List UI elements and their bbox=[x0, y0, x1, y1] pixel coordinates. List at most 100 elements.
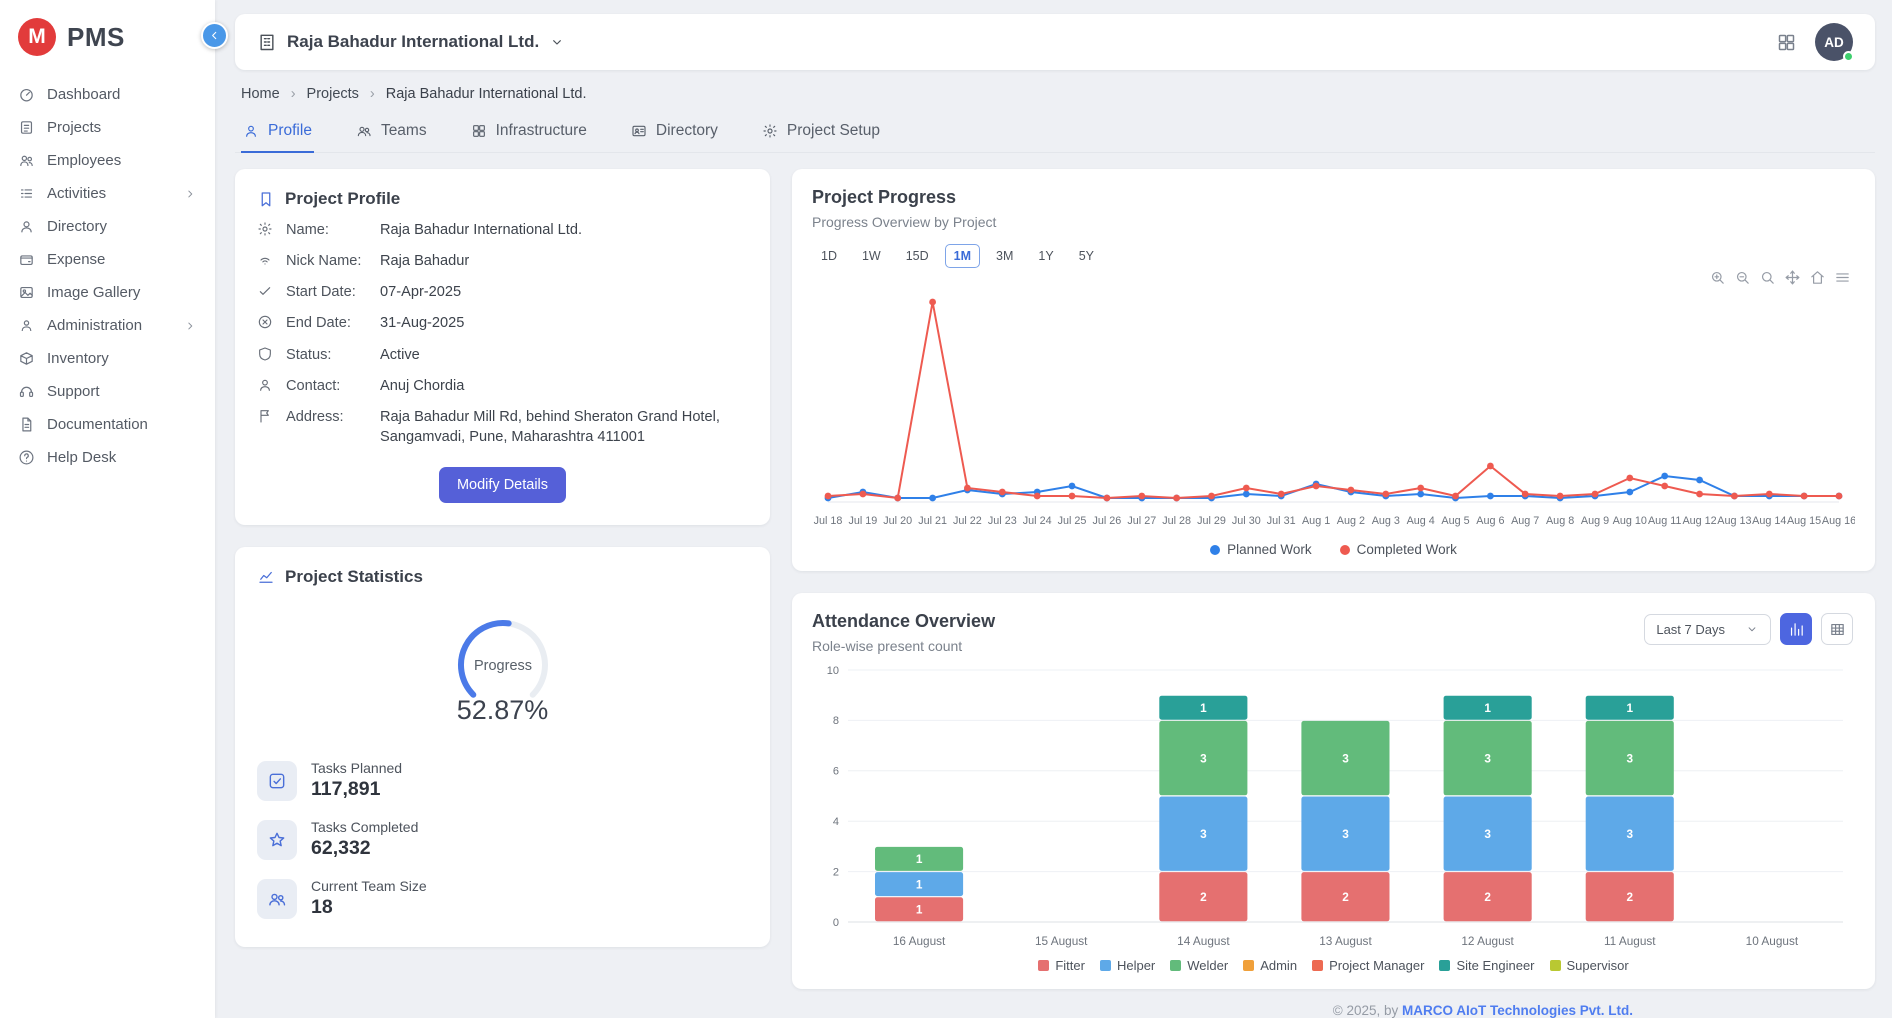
pan-icon[interactable] bbox=[1784, 269, 1801, 286]
administration-icon bbox=[18, 317, 35, 334]
range-button-5y[interactable]: 5Y bbox=[1070, 244, 1103, 268]
stat-value: 18 bbox=[311, 896, 427, 919]
legend-item-fitter[interactable]: Fitter bbox=[1038, 958, 1085, 973]
legend-item-site-engineer[interactable]: Site Engineer bbox=[1439, 958, 1534, 973]
people-icon bbox=[356, 123, 372, 139]
profile-field-name: Name:Raja Bahadur International Ltd. bbox=[257, 220, 748, 240]
chart-view-button[interactable] bbox=[1780, 613, 1812, 645]
profile-field-contact: Contact:Anuj Chordia bbox=[257, 376, 748, 396]
tab-profile[interactable]: Profile bbox=[241, 114, 314, 153]
legend-item-welder[interactable]: Welder bbox=[1170, 958, 1228, 973]
svg-text:Jul 24: Jul 24 bbox=[1023, 515, 1052, 527]
company-selector[interactable]: Raja Bahadur International Ltd. bbox=[257, 32, 565, 52]
breadcrumb-separator: › bbox=[370, 86, 375, 102]
user-avatar[interactable]: AD bbox=[1815, 23, 1853, 61]
attendance-legend: Fitter Helper Welder Admin Project Manager Si… bbox=[812, 958, 1855, 973]
magnifier-icon[interactable] bbox=[1759, 269, 1776, 286]
svg-text:2: 2 bbox=[1200, 890, 1207, 904]
field-label: Nick Name: bbox=[286, 251, 380, 271]
svg-text:1: 1 bbox=[916, 852, 923, 866]
svg-text:1: 1 bbox=[1200, 701, 1207, 715]
legend-item-helper[interactable]: Helper bbox=[1100, 958, 1155, 973]
tab-infrastructure[interactable]: Infrastructure bbox=[469, 114, 589, 153]
legend-item-admin[interactable]: Admin bbox=[1243, 958, 1297, 973]
sidebar-item-dashboard[interactable]: Dashboard bbox=[0, 78, 215, 111]
profile-field-start-date: Start Date:07-Apr-2025 bbox=[257, 282, 748, 302]
logo-letter: M bbox=[28, 25, 46, 49]
range-button-15d[interactable]: 15D bbox=[897, 244, 938, 268]
activities-icon bbox=[18, 185, 35, 202]
svg-text:Aug 3: Aug 3 bbox=[1372, 515, 1400, 527]
svg-text:Progress: Progress bbox=[473, 658, 531, 674]
field-value: 31-Aug-2025 bbox=[380, 313, 464, 333]
footer-link[interactable]: MARCO AIoT Technologies Pvt. Ltd. bbox=[1402, 1003, 1633, 1018]
legend-item-completed-work[interactable]: Completed Work bbox=[1340, 542, 1457, 557]
sidebar-item-projects[interactable]: Projects bbox=[0, 111, 215, 144]
sidebar: M PMS DashboardProjectsEmployeesActiviti… bbox=[0, 0, 215, 1018]
legend-item-planned-work[interactable]: Planned Work bbox=[1210, 542, 1312, 557]
sidebar-item-support[interactable]: Support bbox=[0, 375, 215, 408]
check-square-icon bbox=[257, 761, 297, 801]
progress-gauge: Progress 52.87% bbox=[257, 611, 748, 726]
range-button-1w[interactable]: 1W bbox=[853, 244, 890, 268]
menu-icon[interactable] bbox=[1834, 269, 1851, 286]
svg-text:Aug 8: Aug 8 bbox=[1546, 515, 1574, 527]
svg-text:2: 2 bbox=[1627, 890, 1634, 904]
sidebar-item-employees[interactable]: Employees bbox=[0, 144, 215, 177]
sidebar-item-activities[interactable]: Activities bbox=[0, 177, 215, 210]
brand[interactable]: M PMS bbox=[0, 0, 215, 70]
legend-swatch bbox=[1439, 960, 1450, 971]
svg-text:2: 2 bbox=[1342, 890, 1349, 904]
attendance-controls: Last 7 Days bbox=[1644, 613, 1853, 645]
field-label: Start Date: bbox=[286, 282, 380, 302]
home-icon[interactable] bbox=[1809, 269, 1826, 286]
svg-text:Jul 26: Jul 26 bbox=[1092, 515, 1121, 527]
sidebar-item-label: Support bbox=[47, 383, 100, 400]
zoom-in-icon[interactable] bbox=[1709, 269, 1726, 286]
breadcrumb-item-home[interactable]: Home bbox=[241, 86, 280, 102]
gallery-icon bbox=[18, 284, 35, 301]
online-status-dot bbox=[1843, 51, 1854, 62]
tab-directory[interactable]: Directory bbox=[629, 114, 720, 153]
svg-text:1: 1 bbox=[1627, 701, 1634, 715]
expense-icon bbox=[18, 251, 35, 268]
breadcrumb-item-raja-bahadur-international-ltd[interactable]: Raja Bahadur International Ltd. bbox=[386, 86, 587, 102]
tab-teams[interactable]: Teams bbox=[354, 114, 429, 153]
range-button-1y[interactable]: 1Y bbox=[1029, 244, 1062, 268]
attendance-range-select[interactable]: Last 7 Days bbox=[1644, 614, 1771, 645]
range-button-3m[interactable]: 3M bbox=[987, 244, 1022, 268]
sidebar-item-administration[interactable]: Administration bbox=[0, 309, 215, 342]
apps-grid-button[interactable] bbox=[1776, 32, 1797, 53]
sidebar-item-image-gallery[interactable]: Image Gallery bbox=[0, 276, 215, 309]
project-progress-card: Project Progress Progress Overview by Pr… bbox=[792, 169, 1875, 571]
sidebar-collapse-button[interactable] bbox=[201, 22, 228, 49]
legend-item-project-manager[interactable]: Project Manager bbox=[1312, 958, 1424, 973]
sidebar-item-help-desk[interactable]: Help Desk bbox=[0, 441, 215, 474]
range-button-1m[interactable]: 1M bbox=[945, 244, 980, 268]
statistics-card-title: Project Statistics bbox=[257, 567, 748, 587]
attendance-chart[interactable]: 024681016 August11115 August14 August233… bbox=[812, 654, 1855, 954]
project-progress-chart[interactable]: Jul 18Jul 19Jul 20Jul 21Jul 22Jul 23Jul … bbox=[812, 268, 1855, 536]
modify-details-button[interactable]: Modify Details bbox=[439, 467, 566, 503]
tab-project-setup[interactable]: Project Setup bbox=[760, 114, 882, 153]
signal-icon bbox=[257, 251, 274, 271]
svg-text:6: 6 bbox=[833, 766, 839, 778]
footer-text: © 2025, by bbox=[1333, 1003, 1402, 1018]
range-button-1d[interactable]: 1D bbox=[812, 244, 846, 268]
sidebar-item-inventory[interactable]: Inventory bbox=[0, 342, 215, 375]
breadcrumb-item-projects[interactable]: Projects bbox=[307, 86, 359, 102]
legend-item-supervisor[interactable]: Supervisor bbox=[1550, 958, 1629, 973]
sidebar-item-documentation[interactable]: Documentation bbox=[0, 408, 215, 441]
sidebar-item-label: Inventory bbox=[47, 350, 109, 367]
stat-item-current-team-size: Current Team Size18 bbox=[257, 878, 748, 919]
star-icon bbox=[257, 820, 297, 860]
zoom-out-icon[interactable] bbox=[1734, 269, 1751, 286]
svg-text:3: 3 bbox=[1627, 827, 1634, 841]
progress-card-subtitle: Progress Overview by Project bbox=[812, 214, 1855, 230]
stat-label: Tasks Completed bbox=[311, 819, 418, 835]
table-view-button[interactable] bbox=[1821, 613, 1853, 645]
sidebar-item-directory[interactable]: Directory bbox=[0, 210, 215, 243]
svg-text:Aug 9: Aug 9 bbox=[1581, 515, 1609, 527]
sidebar-item-expense[interactable]: Expense bbox=[0, 243, 215, 276]
contact-card-icon bbox=[631, 123, 647, 139]
